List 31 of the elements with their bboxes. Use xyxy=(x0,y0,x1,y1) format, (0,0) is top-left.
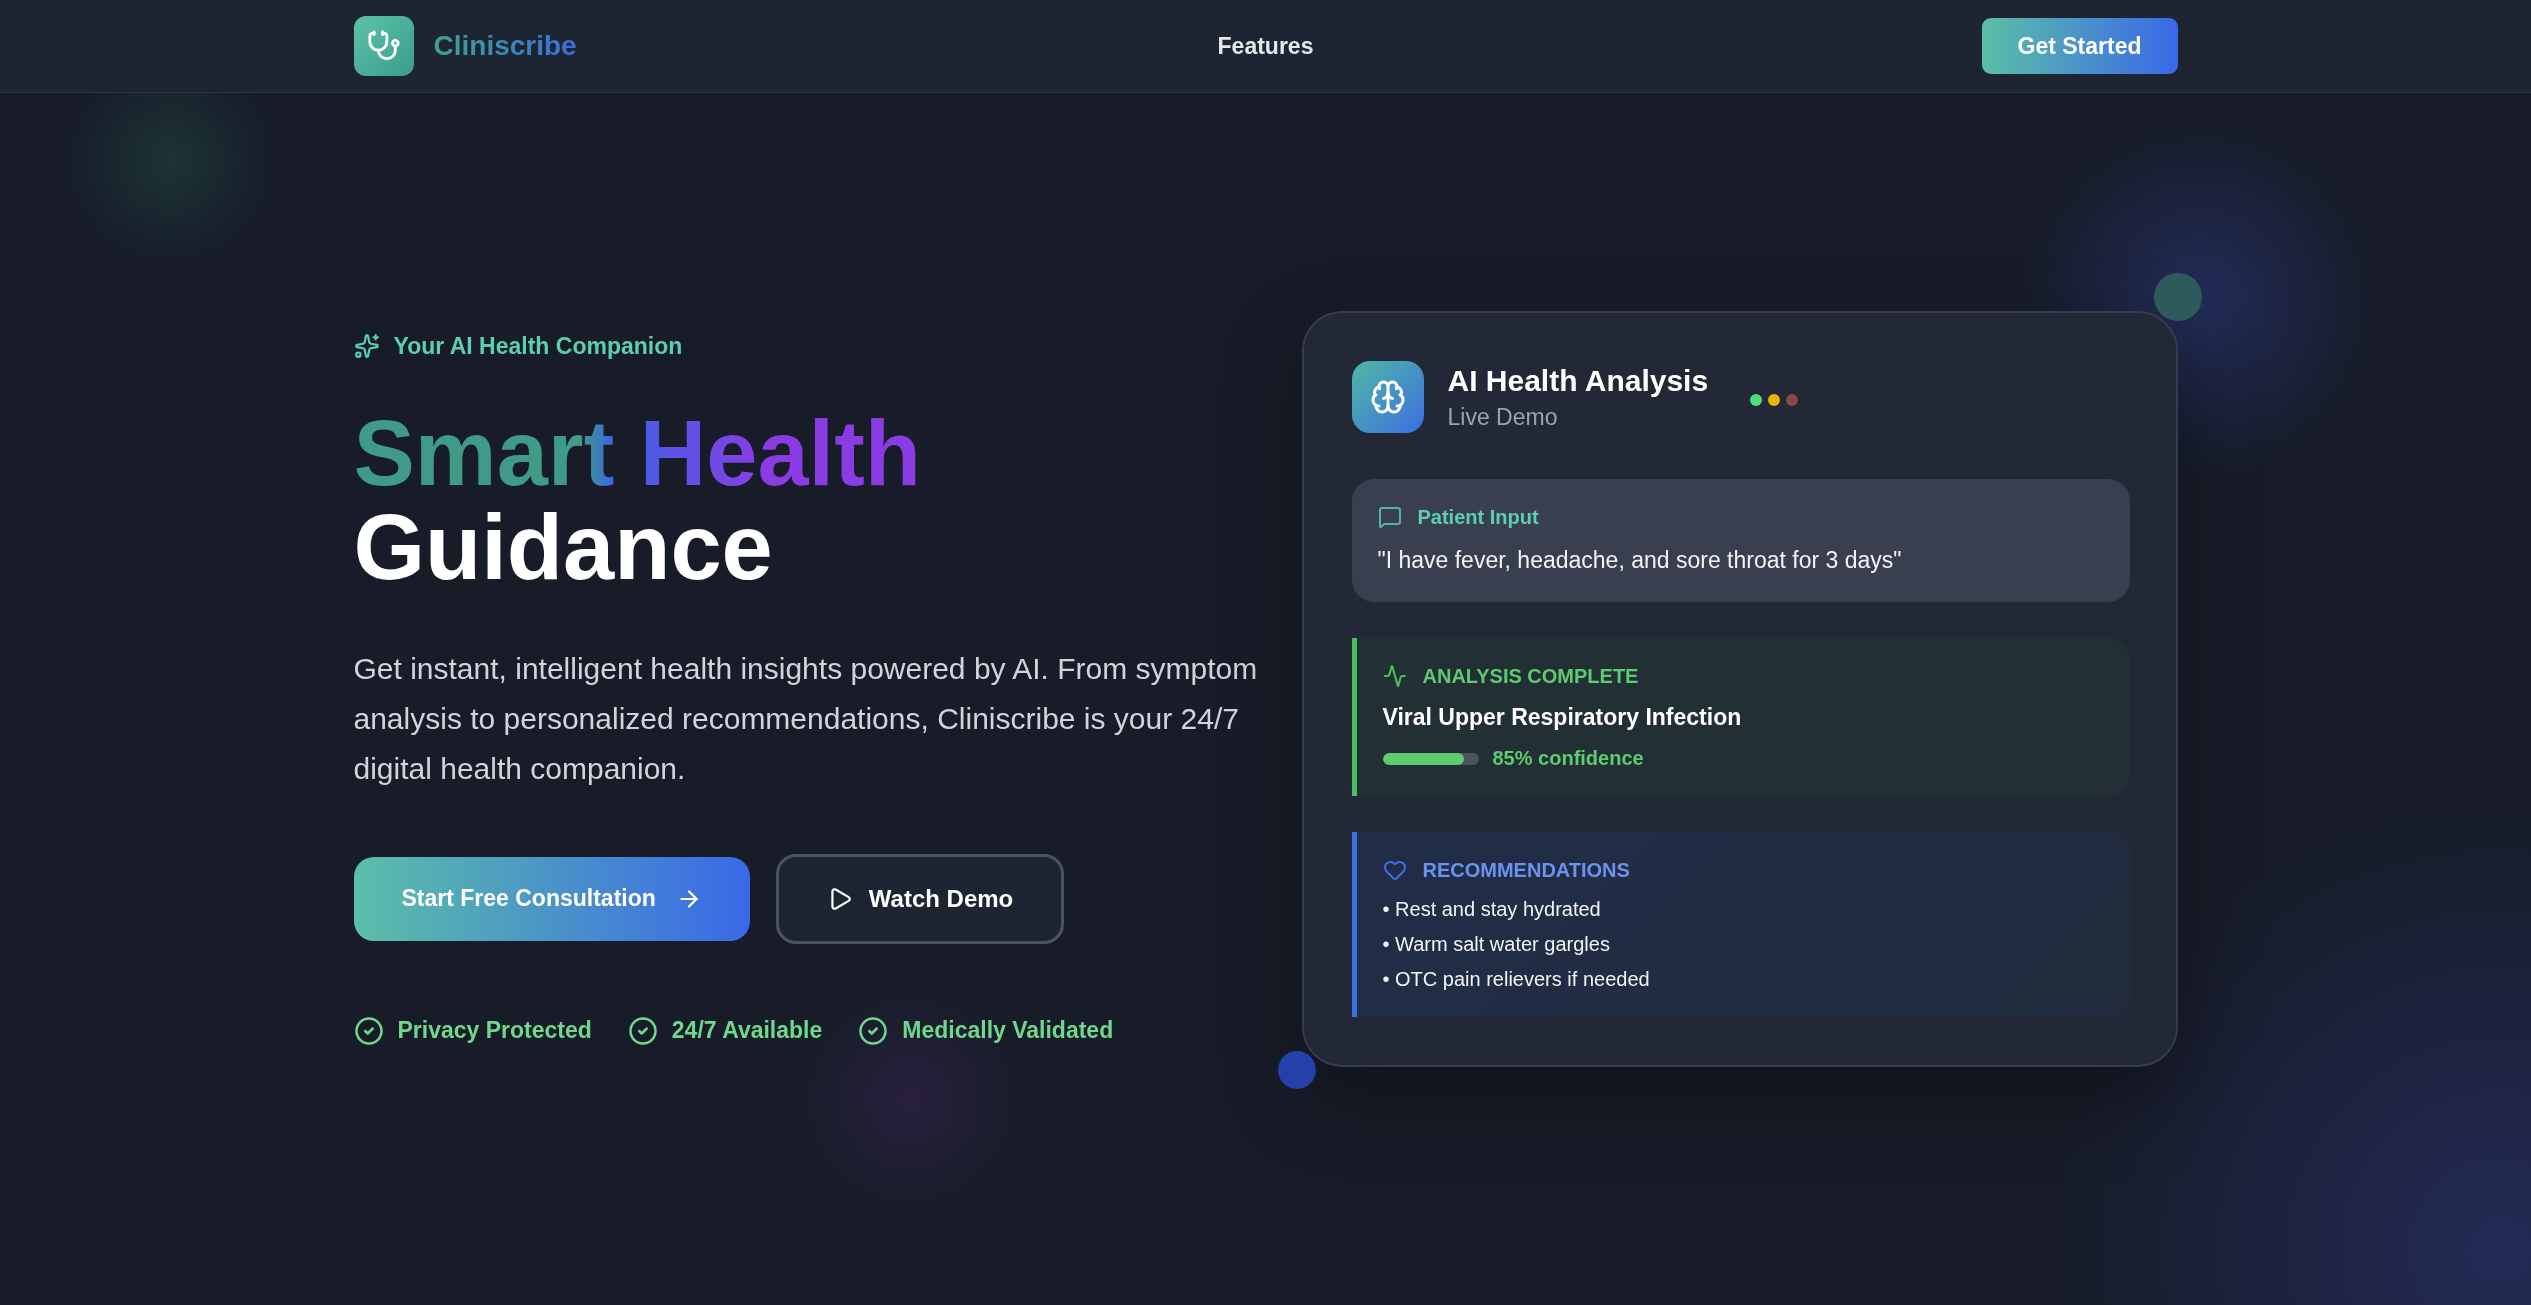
diagnosis: Viral Upper Respiratory Infection xyxy=(1382,704,1743,731)
panel-label: RECOMMENDATIONS xyxy=(1422,858,1630,882)
sparkles-icon xyxy=(353,333,380,359)
panel-label: ANALYSIS COMPLETE xyxy=(1422,664,1639,688)
nav-link[interactable]: Features xyxy=(1217,32,1314,60)
check-circle-icon xyxy=(858,1015,889,1046)
recommendation: • Rest and stay hydrated xyxy=(1382,898,1602,921)
recommendation: • Warm salt water gargles xyxy=(1382,933,1611,956)
feature-label: Medically Validated xyxy=(902,1017,1114,1044)
decorative-circle xyxy=(1277,1051,1316,1089)
brain-icon xyxy=(1351,361,1424,433)
card-subtitle: Live Demo xyxy=(1447,403,1559,431)
confidence-text: 85% confidence xyxy=(1492,747,1644,770)
headline: Guidance xyxy=(353,499,773,594)
chat-icon xyxy=(1377,505,1402,529)
tagline: Your AI Health Companion xyxy=(393,332,683,360)
check-circle-icon xyxy=(627,1015,658,1046)
feature-label: Privacy Protected xyxy=(397,1017,592,1044)
heart-icon xyxy=(1382,858,1407,882)
patient-quote: "I have fever, headache, and sore throat for 3 days" xyxy=(1377,547,1903,574)
check-circle-icon xyxy=(353,1015,384,1046)
feature-label: 24/7 Available xyxy=(671,1017,823,1044)
panel-label: Patient Input xyxy=(1417,505,1539,529)
decorative-circle xyxy=(2153,273,2202,321)
get-started-button[interactable]: Get Started xyxy=(1981,18,2178,74)
card-title: AI Health Analysis xyxy=(1447,363,1709,398)
activity-icon xyxy=(1382,664,1407,688)
hero-description: Get instant, intelligent health insights powered by AI. From symptom analysis to personalized recommendations, Cliniscribe is your 24/7 digital health companion. xyxy=(353,650,1259,787)
watch-demo-button[interactable]: Watch Demo xyxy=(775,853,1065,944)
stethoscope-logo-icon xyxy=(353,16,414,76)
recommendation: • OTC pain relievers if needed xyxy=(1382,968,1651,991)
